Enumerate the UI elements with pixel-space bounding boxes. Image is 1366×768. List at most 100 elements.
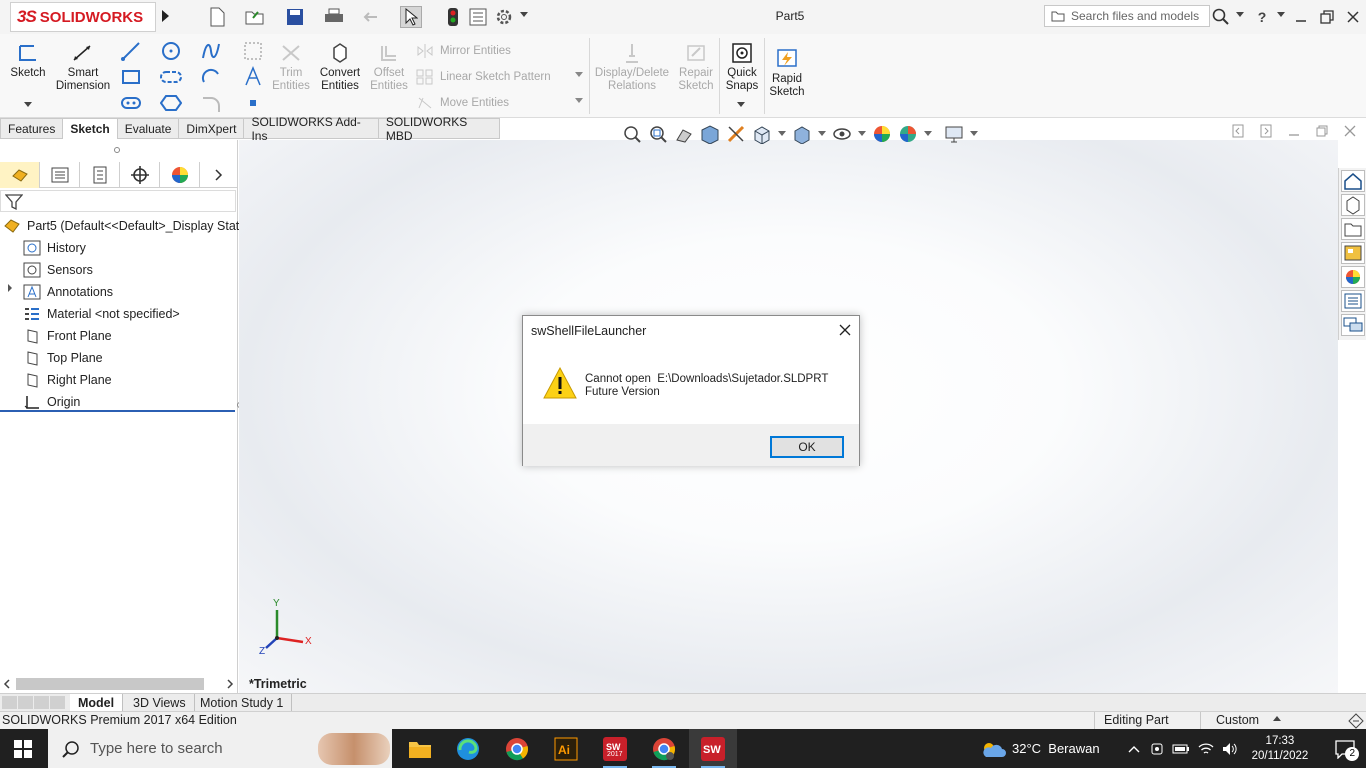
search-input[interactable]: Search files and models [1044, 5, 1210, 27]
unit-system-arrow-icon[interactable] [1273, 716, 1281, 722]
clock[interactable]: 17:33 20/11/2022 [1252, 734, 1309, 764]
pattern-dropdown-icon[interactable] [575, 72, 583, 78]
minimize-icon[interactable] [1290, 6, 1312, 28]
circle-icon[interactable] [160, 40, 182, 62]
weather-text[interactable]: 32°C Berawan [1012, 741, 1100, 756]
help-dropdown-icon[interactable] [1277, 12, 1285, 18]
hide-show-items-icon[interactable] [832, 124, 852, 144]
view-palette-icon[interactable] [1341, 242, 1365, 264]
first-tab-icon[interactable] [2, 696, 17, 709]
tree-horizontal-scrollbar[interactable] [0, 676, 238, 692]
hide-show-dropdown-icon[interactable] [858, 131, 866, 137]
move-entities-button[interactable]: Move Entities [416, 95, 509, 111]
search-icon[interactable] [1210, 6, 1232, 28]
sketch-fillet-icon[interactable] [242, 40, 264, 62]
doc-next-icon[interactable] [1260, 124, 1272, 142]
doc-previous-icon[interactable] [1232, 124, 1244, 142]
wifi-icon[interactable] [1198, 742, 1214, 756]
solidworks-logo[interactable]: 3S SOLIDWORKS [10, 2, 156, 32]
tree-item-front-plane[interactable]: Front Plane [22, 325, 112, 347]
trim-entities-button[interactable]: Trim Entities [270, 42, 312, 93]
file-properties-icon[interactable] [467, 6, 489, 28]
search-dropdown-icon[interactable] [1236, 12, 1244, 18]
rollback-bar[interactable] [0, 410, 235, 412]
tray-overflow-chevron-icon[interactable] [1128, 745, 1140, 753]
tab-features[interactable]: Features [0, 118, 64, 139]
custom-properties-icon[interactable] [1341, 290, 1365, 312]
line-icon[interactable] [120, 40, 142, 62]
tree-filter[interactable] [0, 190, 236, 212]
display-delete-relations-button[interactable]: Display/Delete Relations [594, 42, 670, 93]
solidworks-2017-taskbar-icon[interactable]: SW 2017 [591, 729, 639, 768]
weather-cloud-icon[interactable] [980, 739, 1006, 759]
doc-restore-icon[interactable] [1316, 124, 1328, 142]
tree-item-sensors[interactable]: Sensors [22, 259, 93, 281]
tab-sketch[interactable]: Sketch [63, 118, 118, 139]
property-manager-tab-icon[interactable] [40, 162, 80, 188]
tab-evaluate[interactable]: Evaluate [117, 118, 180, 139]
save-icon[interactable] [284, 6, 306, 28]
convert-entities-button[interactable]: Convert Entities [316, 42, 364, 93]
previous-tab-icon[interactable] [18, 696, 33, 709]
previous-view-icon[interactable] [674, 124, 694, 144]
repair-sketch-button[interactable]: Repair Sketch [674, 42, 718, 93]
close-icon[interactable] [1342, 6, 1364, 28]
forum-icon[interactable] [1341, 314, 1365, 336]
restore-icon[interactable] [1316, 6, 1338, 28]
options-gear-icon[interactable] [493, 6, 515, 28]
scroll-left-icon[interactable] [3, 679, 11, 689]
zoom-to-area-icon[interactable] [648, 124, 668, 144]
view-orientation-dropdown-icon[interactable] [778, 131, 786, 137]
fillet-icon[interactable] [200, 92, 222, 114]
doc-close-icon[interactable] [1344, 124, 1356, 142]
volume-icon[interactable] [1222, 742, 1238, 756]
rebuild-traffic-light-icon[interactable] [442, 6, 464, 28]
rapid-sketch-button[interactable]: Rapid Sketch [766, 48, 808, 99]
tab-solidworks-mbd[interactable]: SOLIDWORKS MBD [378, 115, 500, 143]
sketch-dropdown-icon[interactable] [24, 102, 32, 108]
tab-model[interactable]: Model [70, 694, 124, 711]
annotations-expand-arrow-icon[interactable] [7, 283, 13, 293]
tab-dimxpert[interactable]: DimXpert [179, 118, 245, 139]
tab-motion-study-1[interactable]: Motion Study 1 [192, 694, 293, 711]
tree-item-annotations[interactable]: Annotations [22, 281, 113, 303]
scroll-thumb[interactable] [16, 678, 204, 690]
solidworks-active-taskbar-icon[interactable]: SW [689, 729, 737, 768]
view-orientation-icon[interactable] [752, 124, 772, 144]
view-settings-icon[interactable] [944, 124, 964, 144]
text-icon[interactable] [242, 66, 264, 88]
design-library-icon[interactable] [1341, 194, 1365, 216]
open-document-icon[interactable] [244, 6, 266, 28]
tree-item-history[interactable]: History [22, 237, 86, 259]
dimxpert-manager-tab-icon[interactable] [120, 162, 160, 188]
spline-icon[interactable] [200, 40, 222, 62]
solidworks-resources-icon[interactable] [1341, 170, 1365, 192]
menu-expand-arrow-icon[interactable] [160, 8, 170, 24]
panel-tabs-expand-icon[interactable] [200, 162, 238, 187]
tab-solidworks-add-ins[interactable]: SOLIDWORKS Add-Ins [244, 115, 379, 143]
edge-taskbar-icon[interactable] [444, 729, 492, 768]
rectangle-icon[interactable] [120, 66, 142, 88]
undo-icon[interactable] [362, 6, 384, 28]
quick-snaps-button[interactable]: Quick Snaps [722, 42, 762, 93]
linear-sketch-pattern-button[interactable]: Linear Sketch Pattern [416, 69, 551, 85]
arc-icon[interactable] [200, 66, 222, 88]
file-explorer-icon[interactable] [1341, 218, 1365, 240]
help-icon[interactable]: ? [1251, 6, 1273, 28]
battery-icon[interactable] [1172, 743, 1190, 755]
doc-minimize-icon[interactable] [1288, 124, 1300, 142]
display-style-dropdown-icon[interactable] [818, 131, 826, 137]
appearances-icon[interactable] [1341, 266, 1365, 288]
dialog-close-icon[interactable] [837, 322, 853, 338]
ok-button[interactable]: OK [770, 436, 844, 458]
tab-3d-views[interactable]: 3D Views [125, 694, 195, 711]
windows-start-icon[interactable] [14, 740, 32, 758]
notification-center-icon[interactable]: 2 [1334, 739, 1360, 761]
chrome-profile-taskbar-icon[interactable] [640, 729, 688, 768]
section-view-icon[interactable] [700, 124, 720, 144]
unit-system-selector[interactable]: Custom [1216, 713, 1259, 727]
apply-scene-icon[interactable] [898, 124, 918, 144]
mirror-entities-button[interactable]: Mirror Entities [416, 43, 511, 59]
select-arrow-icon[interactable] [400, 6, 422, 28]
feature-manager-tab-icon[interactable] [0, 162, 40, 188]
